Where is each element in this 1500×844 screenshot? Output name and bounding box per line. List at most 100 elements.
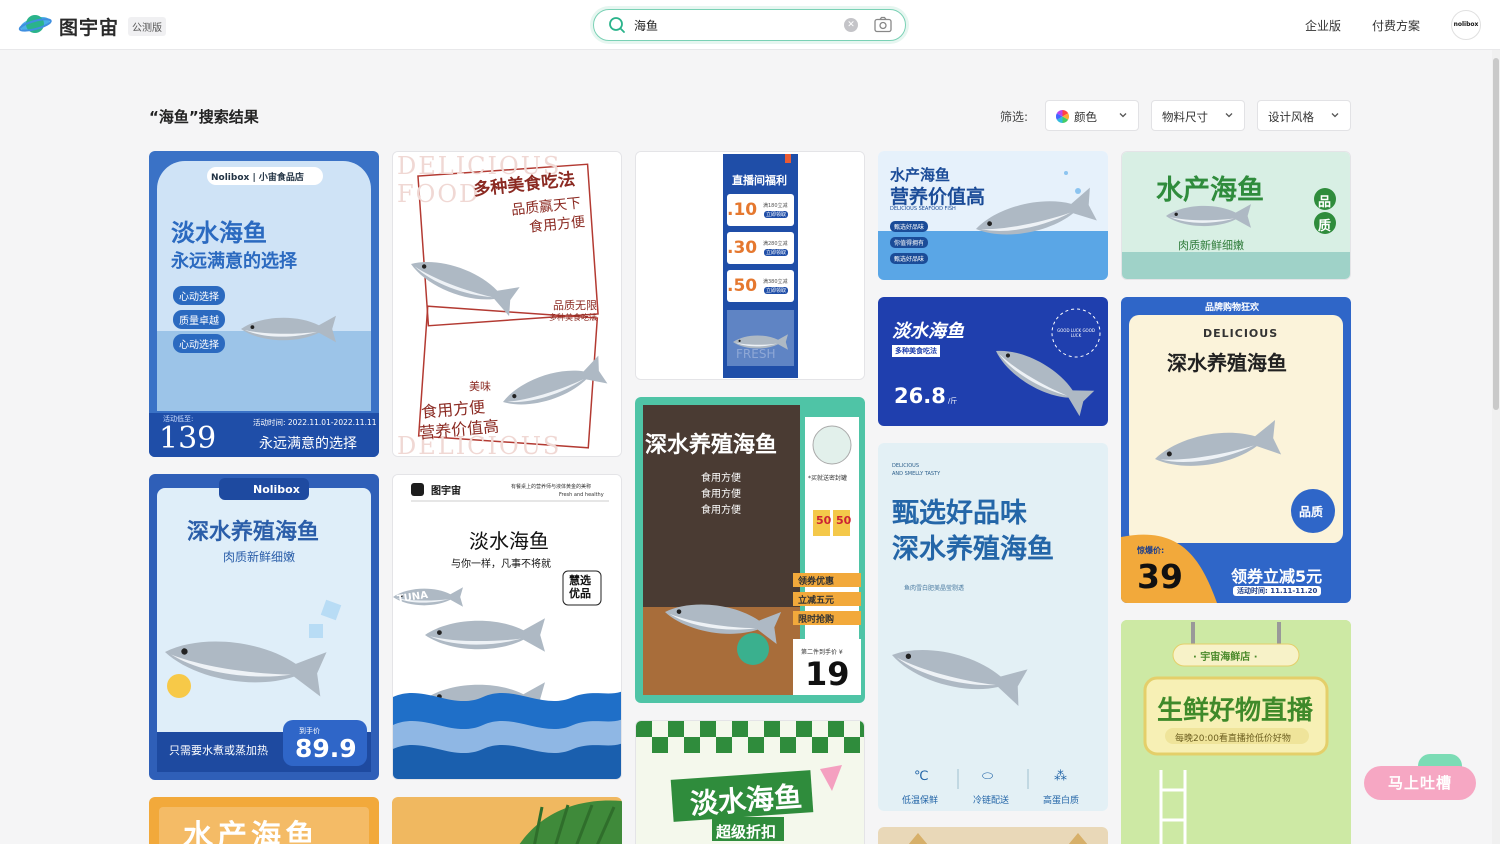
chevron-down-icon [1331, 113, 1339, 118]
slogan: 有餐桌上的营养师与液体黄金的美称 [511, 484, 592, 490]
card-subtitle: 肉质新鲜细嫩 [1178, 239, 1244, 252]
coupon-button: 立即领取 [764, 249, 789, 256]
date-text: 活动时间: 11.11-11.20 [1233, 586, 1322, 596]
camera-icon[interactable] [874, 16, 892, 33]
coupon-value: .30 [727, 238, 758, 258]
card-title: 深水养殖海鱼 [645, 433, 778, 458]
price-label: 惊爆价: [1137, 546, 1165, 555]
coupon-value: .50 [727, 276, 758, 296]
en-line: AND SMELLY TASTY [892, 471, 941, 477]
planet-logo-icon[interactable] [18, 11, 52, 37]
nav-enterprise[interactable]: 企业版 [1305, 17, 1341, 34]
tag: 甄选好品味 [890, 221, 929, 232]
nav-pricing[interactable]: 付费方案 [1372, 17, 1420, 34]
brand-name[interactable]: 图宇宙 [59, 13, 119, 40]
card-title: 深水养殖海鱼 [892, 534, 1054, 565]
gift-note: *买就送密封罐 [808, 475, 848, 482]
clear-search-icon[interactable]: ✕ [844, 18, 858, 32]
template-card[interactable]: 直播间福利 .10 .30 .50 满180立减 满280立减 满380立减 立… [635, 151, 865, 380]
price-unit: /斤 [948, 397, 958, 405]
card-title: 营养价值高 [890, 186, 986, 208]
template-card[interactable] [392, 797, 622, 844]
quality-badge: 慧选优品 [569, 574, 591, 600]
tag: 甄选好品味 [890, 253, 929, 264]
badge-char: 品 [1318, 195, 1332, 210]
chevron-down-icon [1119, 113, 1127, 118]
molecule-icon: ⁂ [1054, 769, 1067, 784]
tag: 心动选择 [173, 334, 225, 353]
search-input[interactable] [634, 17, 824, 33]
template-card[interactable]: 图宇宙 有餐桌上的营养师与液体黄金的美称 Fresh and healthy 淡… [392, 474, 622, 780]
text-line: 品质无限 [553, 299, 597, 312]
coupon-note: 满380立减 [763, 279, 788, 285]
price-value: 19 [805, 655, 850, 693]
brand-badge: Nolibox [253, 483, 300, 496]
card-subtitle: 超级折扣 [716, 823, 777, 841]
promo-strip: 立减五元 [798, 596, 835, 606]
search-box[interactable]: ✕ [593, 9, 906, 41]
coupon-text: 领券立减5元 [1231, 567, 1323, 586]
price-value: 39 [1137, 557, 1183, 596]
template-card[interactable]: Nolibox | 小宙食品店 淡水海鱼 永远满意的选择 心动选择 质量卓越 心… [149, 151, 379, 457]
card-title: 水产海鱼 [183, 819, 319, 844]
fresh-text: FRESH [736, 347, 776, 361]
coupon-button: 立即领取 [764, 287, 789, 294]
check-item: 食用方便 [701, 489, 741, 500]
chevron-down-icon [1225, 113, 1233, 118]
template-card[interactable]: 淡水海鱼 超级折扣 [635, 720, 865, 844]
template-card[interactable]: 水产海鱼 营养价值高 DELICIOUS SEAFOOD FISH 甄选好品味 … [878, 151, 1108, 280]
card-title: 深水养殖海鱼 [1167, 351, 1287, 375]
check-item: 食用方便 [701, 505, 741, 516]
card-subtitle: 与你一样，凡事不将就 [451, 559, 551, 570]
template-card[interactable]: 水产海鱼 [149, 797, 379, 844]
coupon-note: 满280立减 [763, 241, 788, 247]
template-card[interactable]: 淡水海鱼 多种美食吃法 26.8 /斤 GOOD LUCK GOOD LUCK [878, 297, 1108, 426]
voucher-value: 50 [816, 514, 832, 527]
card-title: 深水养殖海鱼 [187, 519, 320, 545]
color-filter-label: 颜色 [1074, 110, 1097, 124]
filter-label: 筛选: [1000, 110, 1029, 124]
scrollbar-thumb[interactable] [1493, 58, 1499, 410]
promo-strip: 领券优惠 [798, 577, 835, 587]
search-icon [609, 17, 625, 33]
card-title: 淡水海鱼 [469, 529, 549, 553]
tag: 质量卓越 [173, 310, 225, 329]
card-subtitle: 永远满意的选择 [171, 251, 297, 272]
template-card[interactable]: DELICIOUS FOOD DELICIOUS FOOD 多种美食吃法 品质赢… [392, 151, 622, 457]
card-title: 淡水海鱼 [171, 219, 267, 247]
color-wheel-icon [1056, 110, 1069, 123]
color-filter-dropdown[interactable]: 颜色 [1045, 100, 1139, 131]
card-title: 淡水海鱼 [892, 321, 964, 342]
slogan-en: Fresh and healthy [559, 492, 604, 498]
text-line: 美味 [469, 380, 491, 393]
avatar[interactable]: nolibox [1451, 10, 1481, 40]
template-card[interactable]: 水产海鱼 品 质 肉质新鲜细嫩 [1121, 151, 1351, 280]
store-name: · 宇宙海鲜店 · [1193, 652, 1258, 663]
style-filter-dropdown[interactable]: 设计风格 [1257, 100, 1351, 131]
template-card[interactable]: DELICIOUS AND SMELLY TASTY 甄选好品味 深水养殖海鱼 … [878, 443, 1108, 811]
feedback-button[interactable]: 马上吐槽 [1364, 766, 1476, 800]
card-title: 水产海鱼 [1156, 175, 1264, 206]
poster-preview [392, 797, 622, 844]
style-filter-label: 设计风格 [1268, 110, 1314, 124]
feature-label: 高蛋白质 [1043, 796, 1080, 806]
results-title: “海鱼”搜索结果 [149, 108, 259, 126]
template-card[interactable]: 深水养殖海鱼 食用方便 食用方便 食用方便 *买就送密封罐 50 50 领券优惠… [635, 397, 865, 703]
badge-char: 质 [1318, 219, 1332, 234]
card-subtitle: 鱼肉雪白肥美晶莹剔透 [904, 585, 965, 592]
promo-strip: 限时抢购 [798, 615, 835, 625]
template-card[interactable]: Nolibox 深水养殖海鱼 肉质新鲜细嫩 只需要水煮或蒸加热 到手价 89.9 [149, 474, 379, 780]
pill-icon: ⬭ [982, 769, 994, 784]
text-line: 多种美食吃法 [549, 313, 597, 322]
poster-preview [393, 475, 621, 779]
card-title: 生鲜好物直播 [1157, 696, 1314, 726]
card-title: 直播间福利 [732, 174, 787, 187]
template-card[interactable] [878, 827, 1108, 844]
template-card[interactable]: · 宇宙海鲜店 · 生鲜好物直播 每晚20:00看直播抢低价好物 [1121, 620, 1351, 844]
price-value: 89.9 [295, 734, 357, 763]
bottom-text: 只需要水煮或蒸加热 [169, 744, 268, 757]
top-banner: 品牌购物狂欢 [1205, 303, 1260, 313]
size-filter-dropdown[interactable]: 物料尺寸 [1151, 100, 1245, 131]
coupon-button: 立即领取 [764, 211, 789, 218]
template-card[interactable]: 品牌购物狂欢 DELICIOUS 深水养殖海鱼 品质 惊爆价: 39 领券立减5… [1121, 297, 1351, 603]
